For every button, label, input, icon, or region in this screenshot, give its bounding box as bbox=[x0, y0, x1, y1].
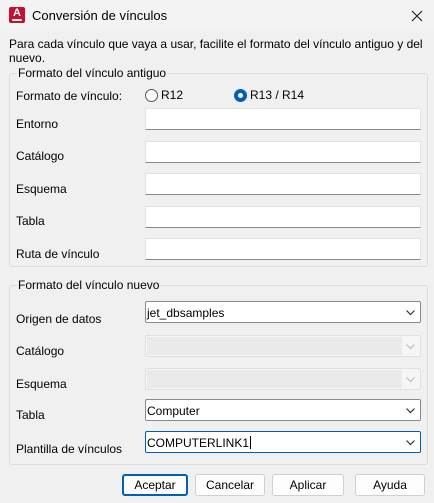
app-icon: A bbox=[9, 7, 25, 23]
data-source-select[interactable]: jet_dbsamples bbox=[145, 301, 421, 323]
old-format-group-label: Formato del vínculo antiguo bbox=[17, 66, 168, 80]
new-schema-value-area bbox=[147, 370, 402, 388]
new-schema-label: Esquema bbox=[16, 377, 67, 391]
chevron-down-icon bbox=[406, 440, 415, 446]
old-catalog-input[interactable] bbox=[145, 141, 421, 163]
link-path-label: Ruta de vínculo bbox=[16, 247, 100, 261]
link-path-input[interactable] bbox=[145, 238, 421, 260]
old-schema-input[interactable] bbox=[145, 173, 421, 195]
radio-r12-label: R12 bbox=[161, 88, 184, 102]
radio-r12[interactable]: R12 bbox=[145, 88, 183, 102]
radio-r12-indicator bbox=[145, 88, 158, 102]
new-table-select[interactable]: Computer bbox=[145, 399, 421, 421]
close-button[interactable] bbox=[400, 0, 434, 31]
new-catalog-label: Catálogo bbox=[16, 344, 65, 358]
environment-label: Entorno bbox=[16, 117, 59, 131]
cancel-button[interactable]: Cancelar bbox=[195, 474, 265, 496]
chevron-down-icon bbox=[406, 377, 415, 383]
window-title: Conversión de vínculos bbox=[32, 8, 168, 23]
new-schema-select[interactable] bbox=[145, 368, 421, 390]
new-format-group-label: Formato del vínculo nuevo bbox=[17, 278, 161, 292]
help-button[interactable]: Ayuda bbox=[355, 474, 425, 496]
intro-text: Para cada vínculo que vaya a usar, facil… bbox=[9, 37, 423, 65]
new-table-label: Tabla bbox=[16, 408, 45, 422]
old-catalog-label: Catálogo bbox=[16, 149, 65, 163]
apply-button[interactable]: Aplicar bbox=[272, 474, 344, 496]
chevron-down-icon bbox=[406, 344, 415, 350]
data-source-label: Origen de datos bbox=[16, 312, 102, 326]
chevron-down-icon bbox=[406, 310, 415, 316]
close-icon bbox=[411, 10, 423, 21]
link-template-value: COMPUTERLINK1 bbox=[147, 436, 250, 450]
text-caret bbox=[250, 436, 252, 449]
data-source-value: jet_dbsamples bbox=[147, 306, 225, 320]
radio-r13-label: R13 / R14 bbox=[250, 88, 305, 102]
environment-input[interactable] bbox=[145, 108, 421, 130]
old-schema-label: Esquema bbox=[16, 182, 67, 196]
accept-button[interactable]: Aceptar bbox=[122, 474, 188, 496]
link-template-label: Plantilla de vínculos bbox=[16, 442, 123, 456]
radio-r13[interactable]: R13 / R14 bbox=[234, 88, 304, 102]
old-table-input[interactable] bbox=[145, 206, 421, 228]
new-table-value: Computer bbox=[147, 404, 200, 418]
title-bar: A Conversión de vínculos bbox=[0, 0, 434, 31]
radio-r13-indicator bbox=[234, 88, 247, 102]
new-catalog-select[interactable] bbox=[145, 335, 421, 357]
link-format-label: Formato de vínculo: bbox=[16, 89, 123, 103]
new-catalog-value-area bbox=[147, 337, 402, 355]
old-table-label: Tabla bbox=[16, 214, 45, 228]
link-template-combo[interactable]: COMPUTERLINK1 bbox=[145, 431, 421, 453]
chevron-down-icon bbox=[406, 408, 415, 414]
